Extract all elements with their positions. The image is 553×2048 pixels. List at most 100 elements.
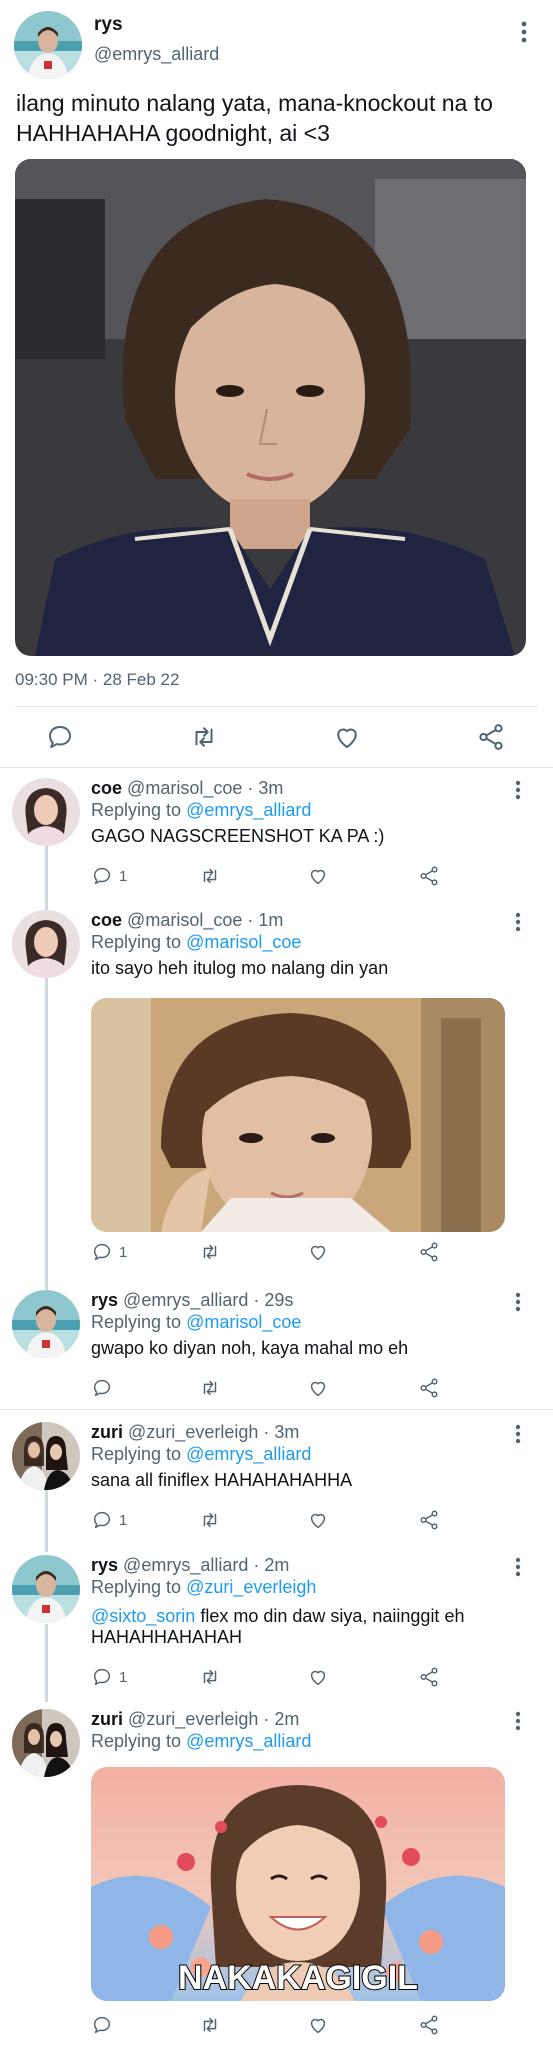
replying-to-label: Replying to	[91, 1731, 182, 1751]
like-icon[interactable]	[332, 722, 362, 752]
reply-tweet[interactable]: coe @marisol_coe · 3m Replying to @emrys…	[0, 778, 553, 898]
like-icon[interactable]	[307, 1240, 329, 1264]
reply-button[interactable]: 1	[91, 1665, 127, 1689]
reply-tweet[interactable]: coe @marisol_coe · 1m Replying to @maris…	[0, 910, 553, 1270]
reply-button[interactable]: 1	[91, 864, 127, 888]
like-icon[interactable]	[307, 2013, 329, 2037]
share-icon[interactable]	[418, 864, 440, 888]
reply-text-line1: flex mo din daw siya, naiinggit eh	[195, 1606, 465, 1626]
author-handle[interactable]: @emrys_alliard	[94, 44, 219, 65]
author-handle[interactable]: @marisol_coe	[127, 778, 242, 798]
replying-to-link[interactable]: @marisol_coe	[186, 932, 301, 952]
avatar[interactable]	[14, 11, 82, 79]
reply-icon[interactable]	[45, 722, 75, 752]
like-icon[interactable]	[307, 1376, 329, 1400]
retweet-icon[interactable]	[199, 1376, 221, 1400]
avatar[interactable]	[12, 910, 80, 978]
like-icon[interactable]	[307, 1665, 329, 1689]
tweet-timestamp: 09:30 PM · 28 Feb 22	[15, 670, 180, 689]
more-options-icon[interactable]	[507, 1709, 529, 1733]
retweet-icon[interactable]	[199, 864, 221, 888]
author-handle[interactable]: @zuri_everleigh	[128, 1709, 258, 1729]
author-name[interactable]: rys	[94, 14, 123, 36]
reply-icon	[93, 867, 111, 885]
avatar[interactable]	[12, 778, 80, 846]
tweet-photo[interactable]	[15, 159, 526, 656]
reply-header: rys @emrys_alliard · 29s	[91, 1290, 293, 1311]
replying-to-link[interactable]: @marisol_coe	[186, 1312, 301, 1332]
share-icon[interactable]	[418, 2013, 440, 2037]
share-icon[interactable]	[418, 1376, 440, 1400]
like-icon[interactable]	[307, 1508, 329, 1532]
reply-time: 3m	[274, 1422, 300, 1442]
author-handle[interactable]: @emrys_alliard	[123, 1555, 248, 1575]
reply-text: gwapo ko diyan noh, kaya mahal mo eh	[91, 1338, 409, 1358]
retweet-icon[interactable]	[199, 1508, 221, 1532]
avatar[interactable]	[12, 1290, 80, 1358]
reply-actions	[91, 1376, 451, 1400]
more-options-icon[interactable]	[512, 18, 536, 46]
reply-button[interactable]	[91, 2013, 113, 2037]
reply-photo[interactable]	[91, 998, 505, 1232]
replying-to: Replying to @zuri_everleigh	[91, 1577, 316, 1598]
share-icon[interactable]	[418, 1508, 440, 1532]
avatar[interactable]	[12, 1555, 80, 1623]
divider	[0, 767, 553, 768]
replying-to: Replying to @marisol_coe	[91, 1312, 301, 1333]
reply-text-line2: HAHAHHAHAHAH	[91, 1627, 243, 1647]
reply-text: @sixto_sorin flex mo din daw siya, naiin…	[91, 1606, 511, 1648]
share-icon[interactable]	[476, 722, 506, 752]
replying-to-link[interactable]: @zuri_everleigh	[186, 1577, 316, 1597]
reply-actions: 1	[91, 864, 451, 888]
reply-gif[interactable]: NAKAKAGIGIL	[91, 1767, 505, 2001]
author-handle[interactable]: @zuri_everleigh	[128, 1422, 258, 1442]
replying-to: Replying to @emrys_alliard	[91, 800, 311, 821]
reply-tweet[interactable]: zuri @zuri_everleigh · 3m Replying to @e…	[0, 1422, 553, 1542]
replying-to-link[interactable]: @emrys_alliard	[186, 1444, 311, 1464]
more-options-icon[interactable]	[507, 778, 529, 802]
more-options-icon[interactable]	[507, 910, 529, 934]
retweet-icon[interactable]	[189, 722, 219, 752]
reply-icon	[93, 1511, 111, 1529]
share-icon[interactable]	[418, 1240, 440, 1264]
author-name[interactable]: coe	[91, 778, 122, 798]
author-name[interactable]: rys	[91, 1290, 118, 1310]
replying-to-label: Replying to	[91, 932, 182, 952]
separator: ·	[248, 1290, 265, 1310]
author-handle[interactable]: @emrys_alliard	[123, 1290, 248, 1310]
gif-caption: NAKAKAGIGIL	[178, 1959, 418, 1997]
reply-button[interactable]: 1	[91, 1508, 127, 1532]
author-name[interactable]: rys	[91, 1555, 118, 1575]
avatar[interactable]	[12, 1709, 80, 1777]
like-icon[interactable]	[307, 864, 329, 888]
author-name[interactable]: coe	[91, 910, 122, 930]
separator: ·	[242, 778, 259, 798]
more-options-icon[interactable]	[507, 1290, 529, 1314]
retweet-icon[interactable]	[199, 1665, 221, 1689]
author-handle[interactable]: @marisol_coe	[127, 910, 242, 930]
reply-header: coe @marisol_coe · 3m	[91, 778, 283, 799]
reply-tweet[interactable]: zuri @zuri_everleigh · 2m Replying to @e…	[0, 1709, 553, 2048]
avatar[interactable]	[12, 1422, 80, 1490]
tweet-text: ilang minuto nalang yata, mana-knockout …	[16, 90, 493, 146]
retweet-icon[interactable]	[199, 2013, 221, 2037]
more-options-icon[interactable]	[507, 1555, 529, 1579]
reply-time: 2m	[274, 1709, 300, 1729]
reply-tweet[interactable]: rys @emrys_alliard · 2m Replying to @zur…	[0, 1555, 553, 1695]
share-icon[interactable]	[418, 1665, 440, 1689]
reply-header: rys @emrys_alliard · 2m	[91, 1555, 289, 1576]
retweet-icon[interactable]	[199, 1240, 221, 1264]
reply-icon	[93, 1379, 111, 1397]
reply-button[interactable]	[91, 1376, 113, 1400]
separator: ·	[258, 1709, 275, 1729]
reply-actions: 1	[91, 1508, 451, 1532]
reply-tweet[interactable]: rys @emrys_alliard · 29s Replying to @ma…	[0, 1290, 553, 1400]
more-options-icon[interactable]	[507, 1422, 529, 1446]
author-name[interactable]: zuri	[91, 1709, 123, 1729]
mention-link[interactable]: @sixto_sorin	[91, 1606, 195, 1626]
author-name[interactable]: zuri	[91, 1422, 123, 1442]
replying-to-link[interactable]: @emrys_alliard	[186, 1731, 311, 1751]
reply-header: zuri @zuri_everleigh · 3m	[91, 1422, 299, 1443]
replying-to-link[interactable]: @emrys_alliard	[186, 800, 311, 820]
reply-button[interactable]: 1	[91, 1240, 127, 1264]
